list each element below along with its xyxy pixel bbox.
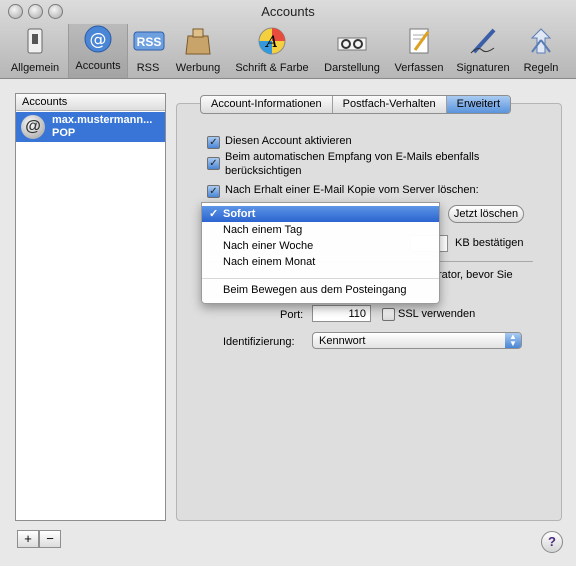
updown-arrow-icon: ▲ ▼: [505, 333, 521, 348]
auth-select[interactable]: Kennwort ▲ ▼: [312, 332, 522, 349]
account-type: POP: [52, 127, 76, 139]
delete-timing-menu[interactable]: ✓ Sofort Nach einem Tag Nach einer Woche…: [201, 202, 440, 304]
menu-item-nach-einer-woche[interactable]: Nach einer Woche: [202, 238, 439, 254]
glasses-icon: [337, 26, 367, 56]
toolbar-signaturen[interactable]: Signaturen: [453, 26, 513, 76]
delete-copy-label: Nach Erhalt einer E-Mail Kopie vom Serve…: [225, 184, 479, 196]
tab-postfach-verhalten[interactable]: Postfach-Verhalten: [333, 96, 447, 113]
account-row[interactable]: @ max.mustermann... POP: [16, 112, 165, 142]
svg-text:@: @: [90, 30, 107, 50]
menu-item-sofort[interactable]: ✓ Sofort: [202, 206, 439, 222]
ssl-label: SSL verwenden: [398, 308, 476, 320]
kb-label: KB bestätigen: [455, 237, 524, 249]
auth-select-value: Kennwort: [319, 335, 366, 347]
auto-fetch-label-line2: berücksichtigen: [225, 165, 302, 177]
accounts-list[interactable]: Accounts @ max.mustermann... POP: [15, 93, 166, 521]
switch-icon: [20, 26, 50, 56]
port-field[interactable]: 110: [312, 305, 371, 322]
ssl-checkbox[interactable]: [382, 308, 395, 321]
at-icon: @: [21, 115, 45, 139]
account-name: max.mustermann...: [52, 114, 153, 126]
enable-account-label: Diesen Account aktivieren: [225, 135, 352, 147]
tab-account-informationen[interactable]: Account-Informationen: [201, 96, 333, 113]
tab-erweitert[interactable]: Erweitert: [446, 96, 511, 113]
svg-text:RSS: RSS: [137, 35, 162, 49]
signature-pen-icon: [468, 26, 498, 56]
toolbar-allgemein[interactable]: Allgemein: [6, 26, 64, 76]
delete-now-button[interactable]: Jetzt löschen: [448, 205, 524, 223]
svg-text:A: A: [264, 32, 278, 51]
port-label: Port:: [280, 309, 304, 321]
tab-bar: Account-Informationen Postfach-Verhalten…: [200, 95, 512, 114]
window-title: Accounts: [261, 4, 315, 19]
toolbar-darstellung[interactable]: Darstellung: [320, 26, 384, 76]
toolbar-accounts[interactable]: @ Accounts: [68, 24, 128, 78]
enable-account-checkbox[interactable]: ✓: [207, 136, 220, 149]
admin-text: rator, bevor Sie: [438, 269, 513, 281]
toolbar: Accounts Allgemein @ Accounts RSS RSS We…: [0, 0, 576, 79]
add-account-button[interactable]: +: [17, 530, 39, 548]
auth-label: Identifizierung:: [223, 336, 295, 348]
at-icon: @: [83, 24, 113, 54]
font-color-icon: A: [257, 26, 287, 56]
rules-icon: [526, 26, 556, 56]
menu-item-nach-einem-tag[interactable]: Nach einem Tag: [202, 222, 439, 238]
toolbar-rss[interactable]: RSS RSS: [128, 26, 168, 76]
menu-item-beim-bewegen[interactable]: Beim Bewegen aus dem Posteingang: [202, 282, 439, 298]
remove-account-button[interactable]: −: [39, 530, 61, 548]
checkmark-icon: ✓: [209, 208, 219, 220]
preferences-window: Accounts Allgemein @ Accounts RSS RSS We…: [0, 0, 576, 566]
compose-icon: [404, 26, 434, 56]
menu-separator: [202, 278, 439, 279]
delete-copy-checkbox[interactable]: ✓: [207, 185, 220, 198]
toolbar-regeln[interactable]: Regeln: [518, 26, 564, 76]
toolbar-werbung[interactable]: Werbung: [171, 26, 225, 76]
rss-icon: RSS: [133, 26, 165, 56]
junk-bag-icon: [183, 26, 213, 56]
toolbar-verfassen[interactable]: Verfassen: [390, 26, 448, 76]
help-button[interactable]: ?: [541, 531, 563, 553]
auto-fetch-label-line1: Beim automatischen Empfang von E-Mails e…: [225, 151, 480, 163]
toolbar-schrift-farbe[interactable]: A Schrift & Farbe: [230, 26, 314, 76]
accounts-list-header: Accounts: [16, 94, 165, 111]
auto-fetch-checkbox[interactable]: ✓: [207, 157, 220, 170]
menu-item-nach-einem-monat[interactable]: Nach einem Monat: [202, 254, 439, 270]
